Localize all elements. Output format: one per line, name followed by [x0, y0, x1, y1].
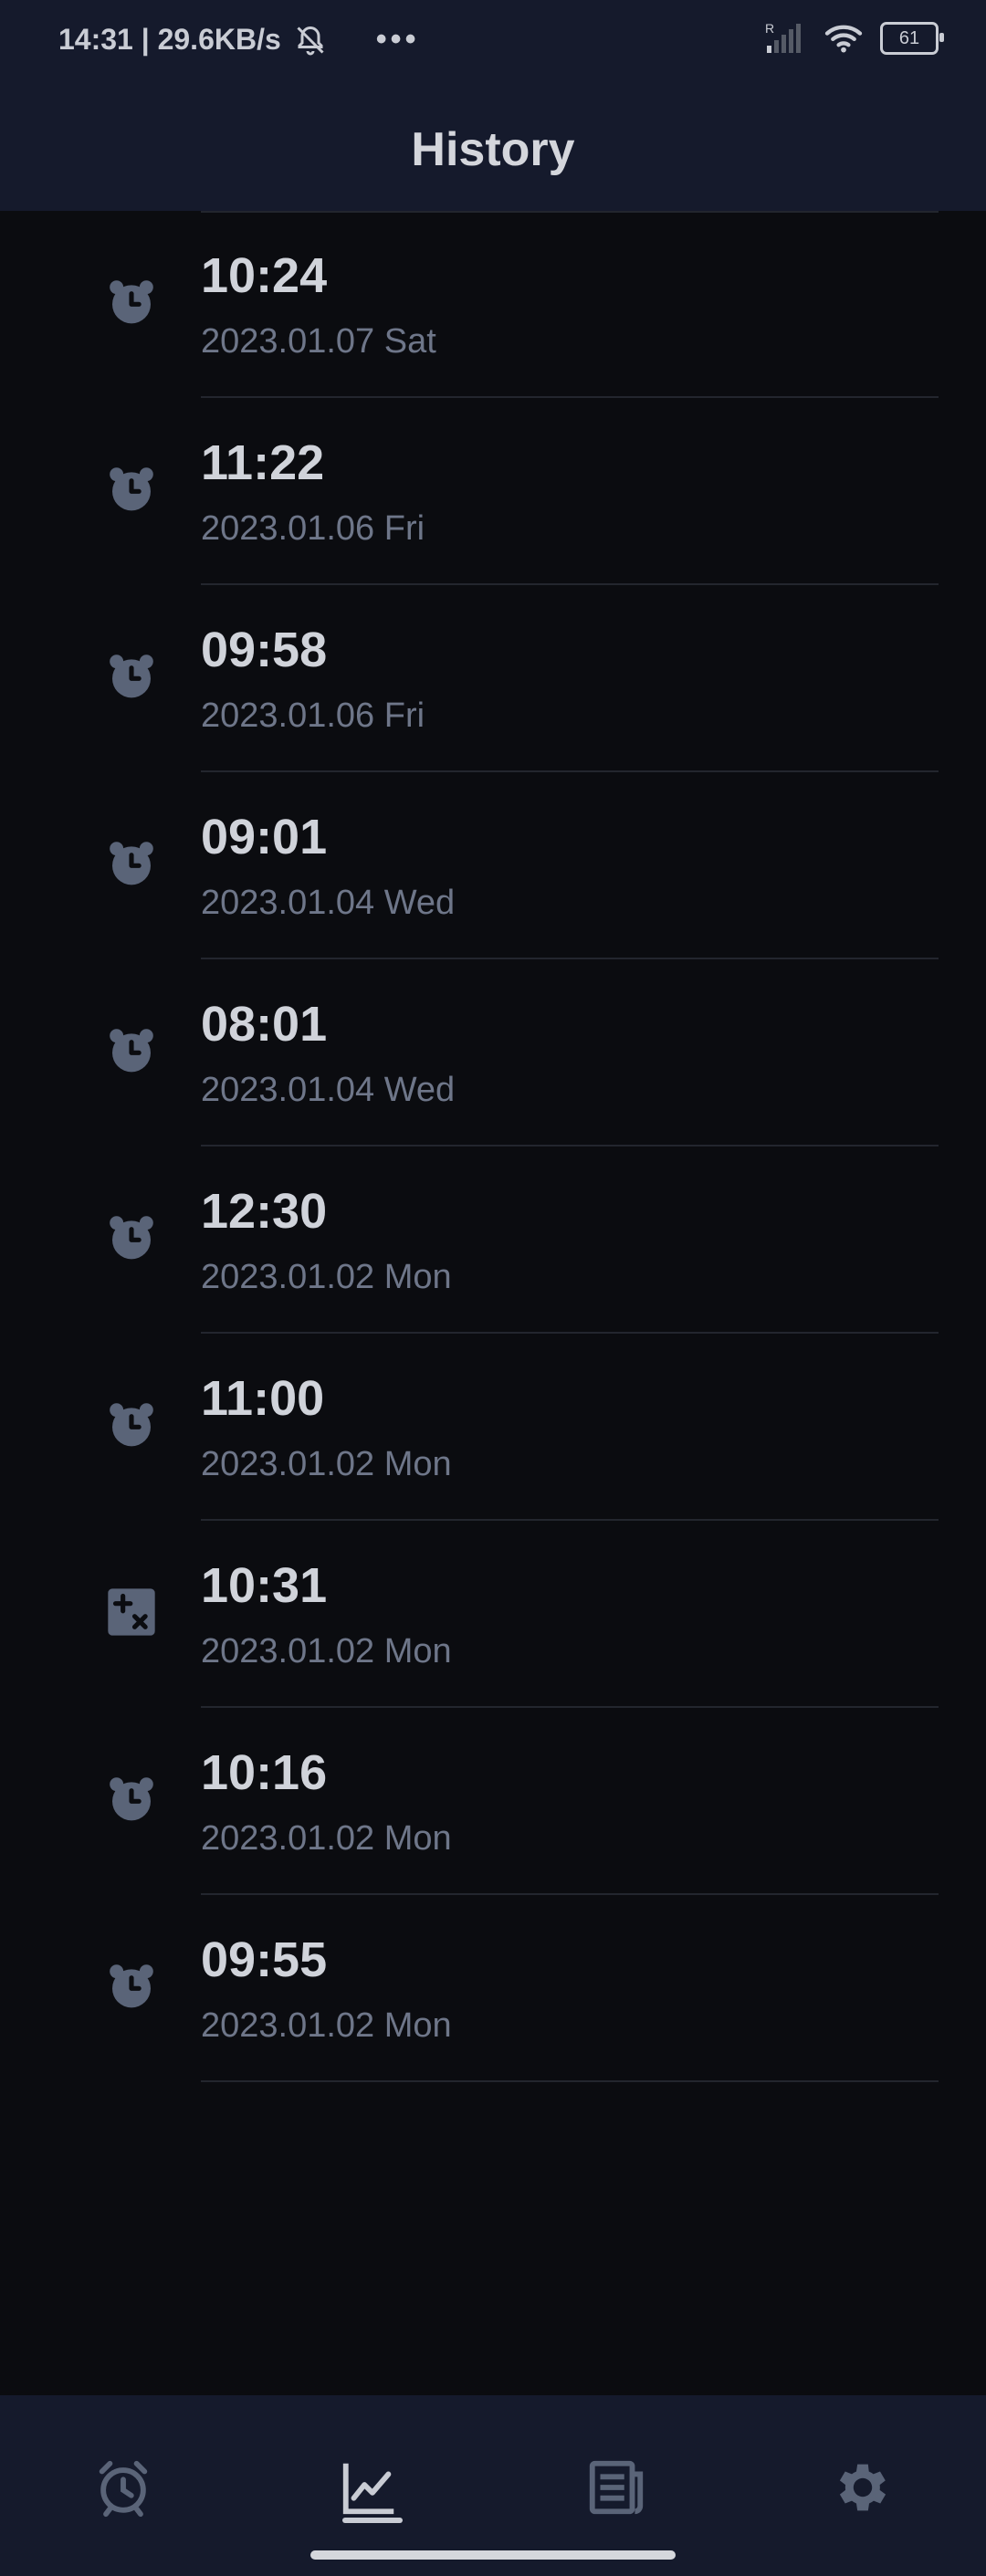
- history-time: 11:00: [201, 1371, 325, 1426]
- history-item[interactable]: 08:01 2023.01.04 Wed: [0, 959, 986, 1147]
- history-date: 2023.01.02 Mon: [201, 1632, 452, 1670]
- history-date: 2023.01.04 Wed: [201, 884, 456, 922]
- bell-off-icon: [297, 26, 324, 55]
- history-time: 10:24: [201, 248, 328, 303]
- app-bar: History: [0, 88, 986, 211]
- signal-label: R: [765, 22, 774, 36]
- battery-icon: 61: [880, 22, 944, 55]
- history-item[interactable]: 09:55 2023.01.02 Mon: [0, 1895, 986, 2082]
- alarm-clock-icon: [106, 838, 157, 889]
- history-item[interactable]: 12:30 2023.01.02 Mon: [0, 1147, 986, 1334]
- news-icon: [589, 2460, 644, 2515]
- item-divider: [201, 2080, 939, 2082]
- chart-icon: [342, 2463, 394, 2515]
- alarm-clock-icon: [106, 1399, 157, 1450]
- history-time: 08:01: [201, 997, 328, 1052]
- history-item[interactable]: 09:01 2023.01.04 Wed: [0, 772, 986, 959]
- battery-level: 61: [898, 27, 920, 48]
- history-item[interactable]: 09:58 2023.01.06 Fri: [0, 585, 986, 772]
- nav-alarm[interactable]: [91, 2456, 155, 2519]
- nav-news[interactable]: [584, 2456, 648, 2519]
- alarm-clock-icon: [106, 277, 157, 328]
- history-time: 10:31: [201, 1558, 328, 1613]
- gear-icon: [839, 2464, 886, 2511]
- history-time: 09:55: [201, 1932, 328, 1987]
- bottom-nav: [0, 2395, 986, 2576]
- gesture-bar[interactable]: [310, 2550, 676, 2560]
- nav-selected-indicator: [342, 2518, 403, 2523]
- history-time: 10:16: [201, 1745, 328, 1800]
- wifi-icon: [824, 25, 863, 53]
- calculator-icon: [106, 1586, 157, 1638]
- history-item[interactable]: 10:31 2023.01.02 Mon: [0, 1521, 986, 1708]
- cell-signal-icon: R: [765, 22, 801, 53]
- history-item[interactable]: 10:16 2023.01.02 Mon: [0, 1708, 986, 1895]
- nav-history[interactable]: [338, 2456, 402, 2519]
- more-dots-icon: •••: [375, 22, 420, 57]
- status-time-speed: 14:31 | 29.6KB/s: [58, 23, 281, 56]
- history-date: 2023.01.06 Fri: [201, 509, 425, 548]
- alarm-icon: [99, 2460, 148, 2518]
- status-left: 14:31 | 29.6KB/s •••: [58, 22, 419, 58]
- alarm-clock-icon: [106, 1774, 157, 1825]
- history-list[interactable]: 10:24 2023.01.07 Sat 11:22 2023.01.06 Fri 09…: [0, 211, 986, 2082]
- page-title: History: [411, 122, 575, 176]
- history-item[interactable]: 11:00 2023.01.02 Mon: [0, 1334, 986, 1521]
- alarm-clock-icon: [106, 1212, 157, 1263]
- history-date: 2023.01.02 Mon: [201, 1445, 452, 1483]
- history-date: 2023.01.06 Fri: [201, 696, 425, 735]
- nav-settings[interactable]: [831, 2456, 895, 2519]
- alarm-clock-icon: [106, 464, 157, 515]
- history-item[interactable]: 11:22 2023.01.06 Fri: [0, 398, 986, 585]
- history-date: 2023.01.02 Mon: [201, 2006, 452, 2045]
- alarm-clock-icon: [106, 1961, 157, 2012]
- status-bar: 14:31 | 29.6KB/s ••• R 61: [0, 0, 986, 88]
- history-time: 09:01: [201, 810, 328, 864]
- history-date: 2023.01.02 Mon: [201, 1819, 452, 1858]
- history-date: 2023.01.04 Wed: [201, 1071, 456, 1109]
- history-item[interactable]: 10:24 2023.01.07 Sat: [0, 211, 986, 398]
- history-date: 2023.01.07 Sat: [201, 322, 436, 361]
- alarm-clock-icon: [106, 1025, 157, 1076]
- history-time: 11:22: [201, 435, 325, 490]
- alarm-clock-icon: [106, 651, 157, 702]
- history-time: 09:58: [201, 623, 328, 677]
- history-time: 12:30: [201, 1184, 328, 1239]
- history-date: 2023.01.02 Mon: [201, 1258, 452, 1296]
- status-right: R 61: [765, 22, 944, 55]
